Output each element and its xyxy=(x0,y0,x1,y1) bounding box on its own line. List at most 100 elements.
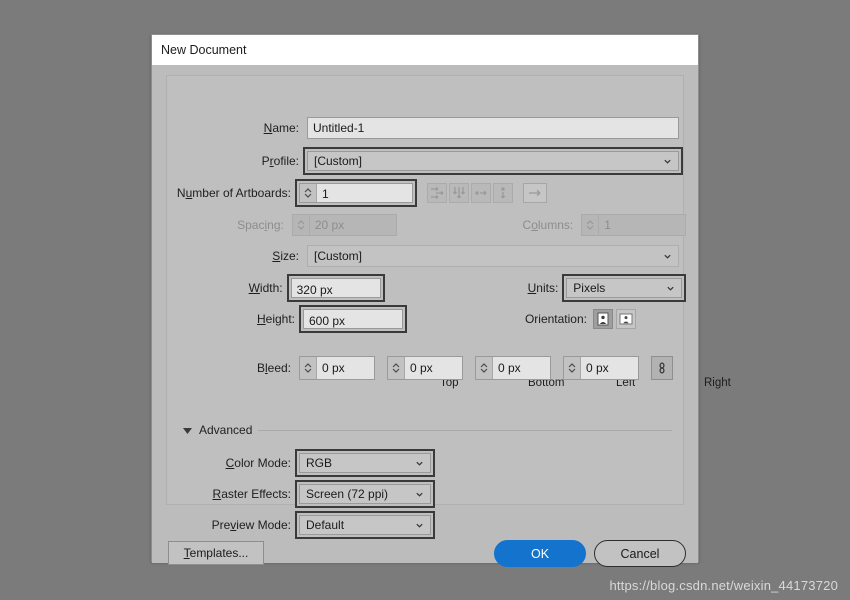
change-to-rtl-group xyxy=(523,183,547,203)
raster-effects-row: Raster Effects: Screen (72 ppi) xyxy=(166,480,686,508)
grid-by-row-glyph xyxy=(431,186,444,200)
bleed-top-spinner-buttons[interactable] xyxy=(300,357,317,379)
bleed-right-value[interactable]: 0 px xyxy=(581,357,638,379)
ok-button[interactable]: OK xyxy=(494,540,586,567)
landscape-glyph xyxy=(619,313,633,325)
watermark-text: https://blog.csdn.net/weixin_44173720 xyxy=(609,578,838,593)
profile-row: Profile: [Custom] xyxy=(166,147,686,175)
spinner-arrows-icon xyxy=(480,363,488,373)
height-input[interactable]: 600 px xyxy=(303,309,403,329)
bleed-bottom-value[interactable]: 0 px xyxy=(405,357,462,379)
width-highlight: 320 px xyxy=(286,274,385,302)
templates-button[interactable]: Templates... xyxy=(168,541,264,565)
width-label: Width: xyxy=(248,281,283,295)
color-mode-row: Color Mode: RGB xyxy=(166,449,686,477)
advanced-section-header[interactable]: Advanced xyxy=(182,423,672,437)
bleed-top-value[interactable]: 0 px xyxy=(317,357,374,379)
color-mode-value: RGB xyxy=(306,456,333,470)
bleed-bottom-stepper[interactable]: 0 px xyxy=(387,356,463,380)
artboards-label: Number of Artboards: xyxy=(176,186,291,200)
preview-mode-dropdown[interactable]: Default xyxy=(299,515,431,535)
chevron-down-icon xyxy=(664,254,671,259)
size-label: Size: xyxy=(272,249,299,263)
raster-effects-highlight: Screen (72 ppi) xyxy=(295,480,435,508)
preview-mode-row: Preview Mode: Default xyxy=(166,511,686,539)
orientation-label: Orientation: xyxy=(524,312,587,326)
artboard-arrangement-group xyxy=(427,183,513,203)
height-row: Height: 600 px Orientation: xyxy=(166,305,686,333)
chevron-down-icon xyxy=(664,159,671,164)
columns-spinner-buttons xyxy=(582,215,600,235)
chevron-down-icon xyxy=(416,461,423,466)
bleed-top-stepper[interactable]: 0 px xyxy=(299,356,375,380)
advanced-label: Advanced xyxy=(199,423,253,437)
spacing-spinner-buttons xyxy=(292,215,310,235)
profile-value: [Custom] xyxy=(314,154,363,168)
name-input[interactable]: Untitled-1 xyxy=(307,117,679,139)
width-input[interactable]: 320 px xyxy=(290,278,381,298)
bleed-left-stepper[interactable]: 0 px xyxy=(475,356,551,380)
arrow-right-glyph xyxy=(529,189,541,197)
grid-by-row-icon[interactable] xyxy=(427,183,447,203)
grid-by-column-glyph xyxy=(452,187,466,199)
height-highlight: 600 px xyxy=(299,305,407,333)
size-dropdown[interactable]: [Custom] xyxy=(307,245,679,267)
spacing-label: Spacing: xyxy=(237,218,284,232)
dialog-body: Name: Untitled-1 Profile: [Custom] Numbe… xyxy=(152,65,731,567)
size-row: Size: [Custom] xyxy=(166,245,686,267)
bleed-link-icon[interactable] xyxy=(651,356,673,380)
artboards-highlight: 1 xyxy=(295,179,417,207)
profile-dropdown[interactable]: [Custom] xyxy=(307,151,679,171)
portrait-glyph xyxy=(597,312,609,326)
profile-label: Profile: xyxy=(261,154,299,168)
chevron-down-icon xyxy=(416,492,423,497)
name-label: Name: xyxy=(263,121,299,135)
grid-by-column-icon[interactable] xyxy=(449,183,469,203)
orientation-group xyxy=(593,309,636,329)
preview-mode-value: Default xyxy=(306,518,345,532)
color-mode-highlight: RGB xyxy=(295,449,435,477)
bleed-left-spinner-buttons[interactable] xyxy=(476,357,493,379)
orientation-portrait-icon[interactable] xyxy=(593,309,613,329)
arrange-by-column-glyph xyxy=(500,187,506,199)
raster-effects-dropdown[interactable]: Screen (72 ppi) xyxy=(299,484,431,504)
units-highlight: Pixels xyxy=(562,274,686,302)
spacing-row: Spacing: 20 px Columns: 1 xyxy=(166,214,687,236)
chevron-down-icon xyxy=(667,286,674,291)
spacing-stepper: 20 px xyxy=(291,214,397,236)
page-title: New Document xyxy=(161,43,247,57)
columns-stepper: 1 xyxy=(581,214,687,236)
width-row: Width: 320 px Units: Pixels xyxy=(166,274,686,302)
raster-effects-value: Screen (72 ppi) xyxy=(306,487,389,501)
triangle-down-icon xyxy=(183,427,192,434)
spacing-value: 20 px xyxy=(314,218,345,232)
templates-button-label: Templates... xyxy=(183,546,249,560)
new-document-dialog: New Document Name: Untitled-1 Profile: [… xyxy=(151,34,731,567)
artboards-stepper[interactable]: 1 xyxy=(299,183,413,203)
artboards-value[interactable]: 1 xyxy=(317,184,412,202)
bleed-right-stepper[interactable]: 0 px xyxy=(563,356,639,380)
right-to-left-arrow-icon[interactable] xyxy=(523,183,547,203)
units-value: Pixels xyxy=(573,281,606,295)
arrange-by-column-icon[interactable] xyxy=(493,183,513,203)
spinner-arrows-icon xyxy=(568,363,576,373)
columns-value: 1 xyxy=(604,218,611,232)
units-dropdown[interactable]: Pixels xyxy=(566,278,682,298)
preview-mode-label: Preview Mode: xyxy=(211,518,291,532)
name-row: Name: Untitled-1 xyxy=(166,117,686,139)
bleed-bottom-spinner-buttons[interactable] xyxy=(388,357,405,379)
bleed-label: Bleed: xyxy=(256,361,291,375)
chain-link-glyph xyxy=(659,362,665,374)
bleed-left-value[interactable]: 0 px xyxy=(493,357,550,379)
spinner-arrows-icon xyxy=(297,220,305,230)
color-mode-dropdown[interactable]: RGB xyxy=(299,453,431,473)
preview-mode-highlight: Default xyxy=(295,511,435,539)
bleed-header-right: Right xyxy=(704,377,731,389)
artboards-spinner-buttons[interactable] xyxy=(300,184,317,202)
bleed-row: Bleed: 0 px 0 px 0 px 0 px xyxy=(166,356,686,380)
arrange-by-row-icon[interactable] xyxy=(471,183,491,203)
orientation-landscape-icon[interactable] xyxy=(616,309,636,329)
units-label: Units: xyxy=(527,281,559,295)
cancel-button[interactable]: Cancel xyxy=(594,540,686,567)
bleed-right-spinner-buttons[interactable] xyxy=(564,357,581,379)
